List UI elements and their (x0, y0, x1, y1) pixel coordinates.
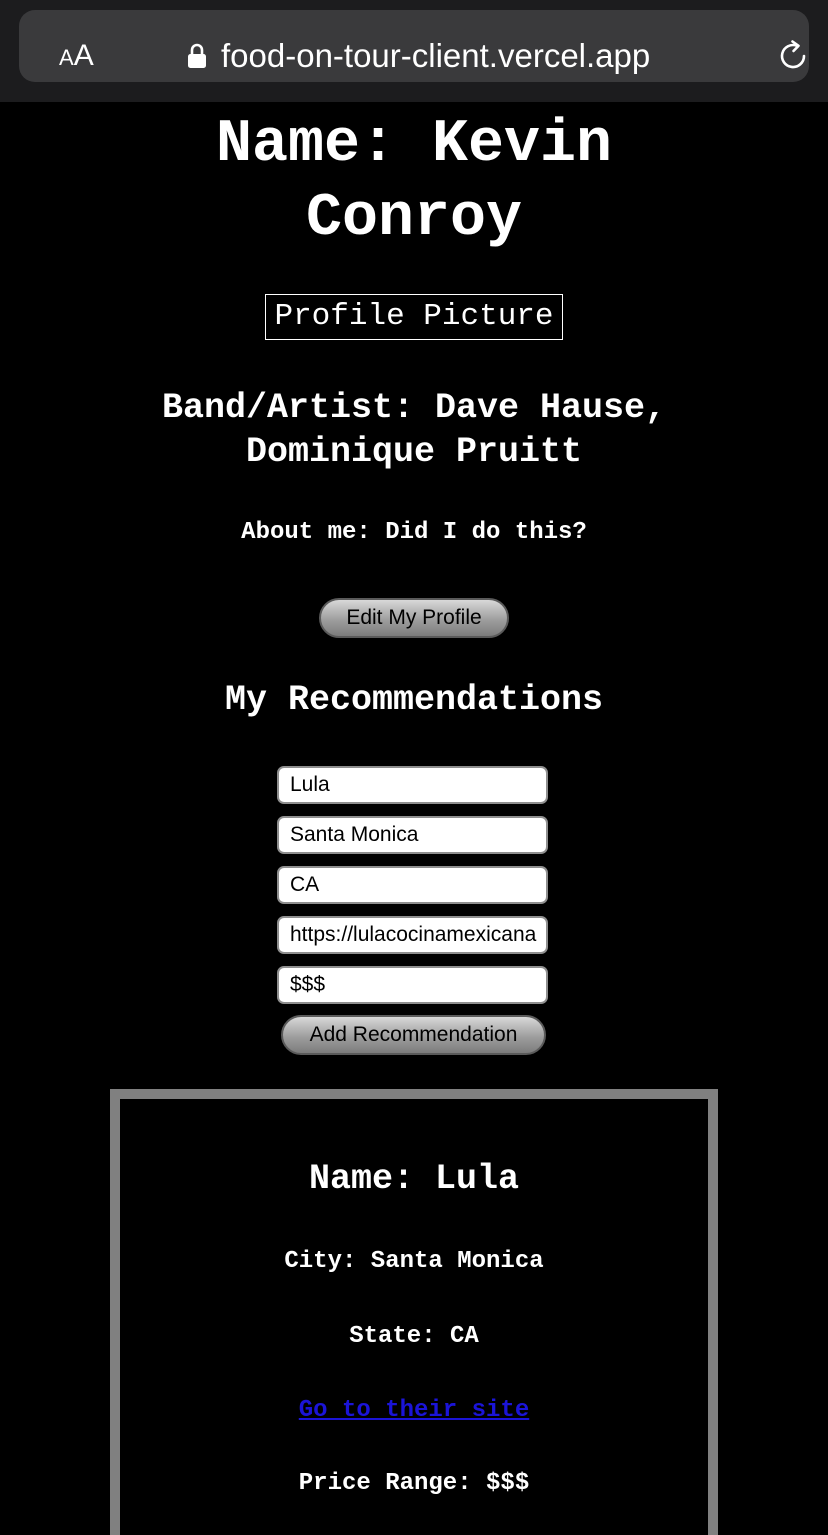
profile-name-heading: Name: Kevin Conroy (0, 108, 828, 256)
state-input[interactable]: CA (277, 866, 548, 904)
band-artist-line-1: Band/Artist: Dave Hause, (161, 388, 667, 428)
recommendations-heading: My Recommendations (224, 680, 604, 720)
recommendation-price: Price Range: $$$ (298, 1470, 530, 1497)
restaurant-name-input[interactable]: Lula (277, 766, 548, 804)
url-display[interactable]: food-on-tour-client.vercel.app (187, 32, 650, 80)
edit-profile-button[interactable]: Edit My Profile (319, 598, 509, 638)
reload-icon[interactable] (775, 38, 811, 74)
text-size-button[interactable]: A A (59, 39, 94, 75)
text-size-large-glyph: A (73, 39, 94, 72)
profile-name-line-2: Conroy (305, 185, 523, 253)
text-size-small-glyph: A (59, 45, 74, 70)
price-range-input[interactable]: $$$ (277, 966, 548, 1004)
browser-toolbar: A A food-on-tour-client.vercel.app (0, 0, 828, 102)
lock-icon (188, 43, 206, 68)
recommendation-state: State: CA (349, 1323, 479, 1350)
band-artist-heading: Band/Artist: Dave Hause, Dominique Pruit… (100, 386, 728, 474)
add-recommendation-button[interactable]: Add Recommendation (281, 1015, 546, 1055)
url-text: food-on-tour-client.vercel.app (221, 37, 651, 74)
recommendation-card: Name: Lula City: Santa Monica State: CA … (110, 1089, 718, 1535)
profile-name-line-1: Name: Kevin (215, 111, 613, 179)
recommendation-city: City: Santa Monica (284, 1248, 544, 1275)
about-me-text: About me: Did I do this? (241, 519, 587, 546)
recommendation-site-link[interactable]: Go to their site (120, 1396, 708, 1426)
address-bar[interactable]: A A food-on-tour-client.vercel.app (19, 10, 809, 82)
band-artist-line-2: Dominique Pruitt (245, 432, 583, 472)
website-input[interactable]: https://lulacocinamexicana (277, 916, 548, 954)
city-input[interactable]: Santa Monica (277, 816, 548, 854)
profile-picture: Profile Picture (265, 294, 563, 340)
recommendation-name: Name: Lula (308, 1159, 520, 1199)
